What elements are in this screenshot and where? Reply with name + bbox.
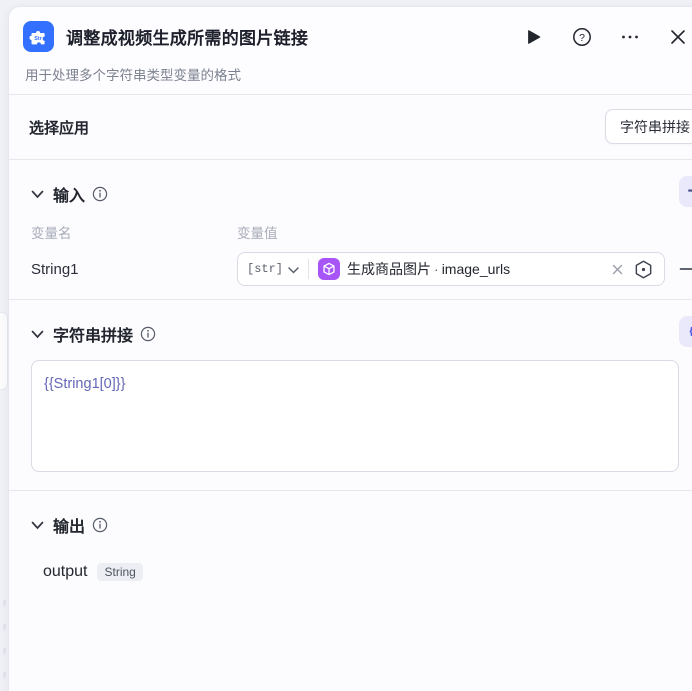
- output-variable-name: output: [43, 563, 88, 580]
- app-selector-label: 选择应用: [29, 119, 90, 137]
- concat-expression-editor[interactable]: {{String1[0]}}: [31, 360, 679, 472]
- concat-settings-button[interactable]: [679, 316, 692, 347]
- collapse-chevron-icon[interactable]: [31, 190, 44, 199]
- collapse-chevron-icon[interactable]: [31, 521, 44, 530]
- canvas-dot: [3, 648, 6, 654]
- reference-picker-icon[interactable]: [633, 259, 654, 280]
- add-variable-button[interactable]: +: [679, 176, 692, 207]
- close-icon[interactable]: [667, 26, 689, 48]
- canvas-dot: [3, 600, 6, 606]
- collapse-chevron-icon[interactable]: [31, 330, 44, 339]
- help-icon[interactable]: ?: [571, 26, 593, 48]
- field-divider: [308, 259, 310, 279]
- string-plugin-icon: Str: [23, 21, 54, 52]
- app-select-dropdown[interactable]: 字符串拼接: [605, 109, 692, 144]
- output-type-badge: String: [97, 563, 143, 581]
- panel-header: Str 调整成视频生成所需的图片链接 ? 用于处理多个字符串类型变量的格式: [9, 7, 692, 94]
- type-badge: [str]: [247, 262, 284, 276]
- panel-title: 调整成视频生成所需的图片链接: [66, 29, 309, 48]
- app-select-value: 字符串拼接: [620, 118, 690, 135]
- panel-subtitle: 用于处理多个字符串类型变量的格式: [25, 68, 241, 83]
- node-cube-icon: [318, 258, 341, 280]
- info-icon: [92, 517, 108, 533]
- column-header-variable-name: 变量名: [31, 226, 72, 241]
- concat-section-title: 字符串拼接: [53, 328, 134, 345]
- node-config-panel: Str 调整成视频生成所需的图片链接 ? 用于处理多个字符串类型变量的格式 选择…: [8, 6, 692, 691]
- output-section-title: 输出: [53, 519, 86, 536]
- app-selector-row: 选择应用 字符串拼接: [9, 95, 692, 159]
- input-section: 输入 + 变量名 变量值 String1 [str]: [9, 160, 692, 299]
- type-chevron-down-icon[interactable]: [288, 266, 299, 274]
- run-button[interactable]: [523, 26, 545, 48]
- remove-row-button[interactable]: [679, 262, 692, 276]
- output-section: 输出 output String: [9, 491, 692, 691]
- reference-value: 生成商品图片 · image_urls: [347, 261, 511, 277]
- concat-section: 字符串拼接 {{String1[0]}}: [9, 300, 692, 490]
- info-icon: [140, 326, 156, 342]
- info-icon: [92, 186, 108, 202]
- svg-text:Str: Str: [34, 36, 42, 42]
- canvas-dot: [3, 672, 6, 678]
- column-header-variable-value: 变量值: [237, 226, 278, 241]
- variable-name: String1: [31, 260, 79, 278]
- input-section-title: 输入: [53, 188, 86, 205]
- variable-value-field[interactable]: [str] 生成商品图片 · image_urls: [237, 252, 665, 286]
- svg-text:?: ?: [579, 31, 585, 43]
- gear-icon: [689, 326, 692, 337]
- background-node-fragment: [0, 312, 8, 390]
- canvas-dot: [3, 624, 6, 630]
- clear-value-icon[interactable]: [610, 262, 625, 277]
- more-options-icon[interactable]: [619, 26, 641, 48]
- variable-row: String1 [str] 生成商品图片 · image_urls: [9, 242, 692, 286]
